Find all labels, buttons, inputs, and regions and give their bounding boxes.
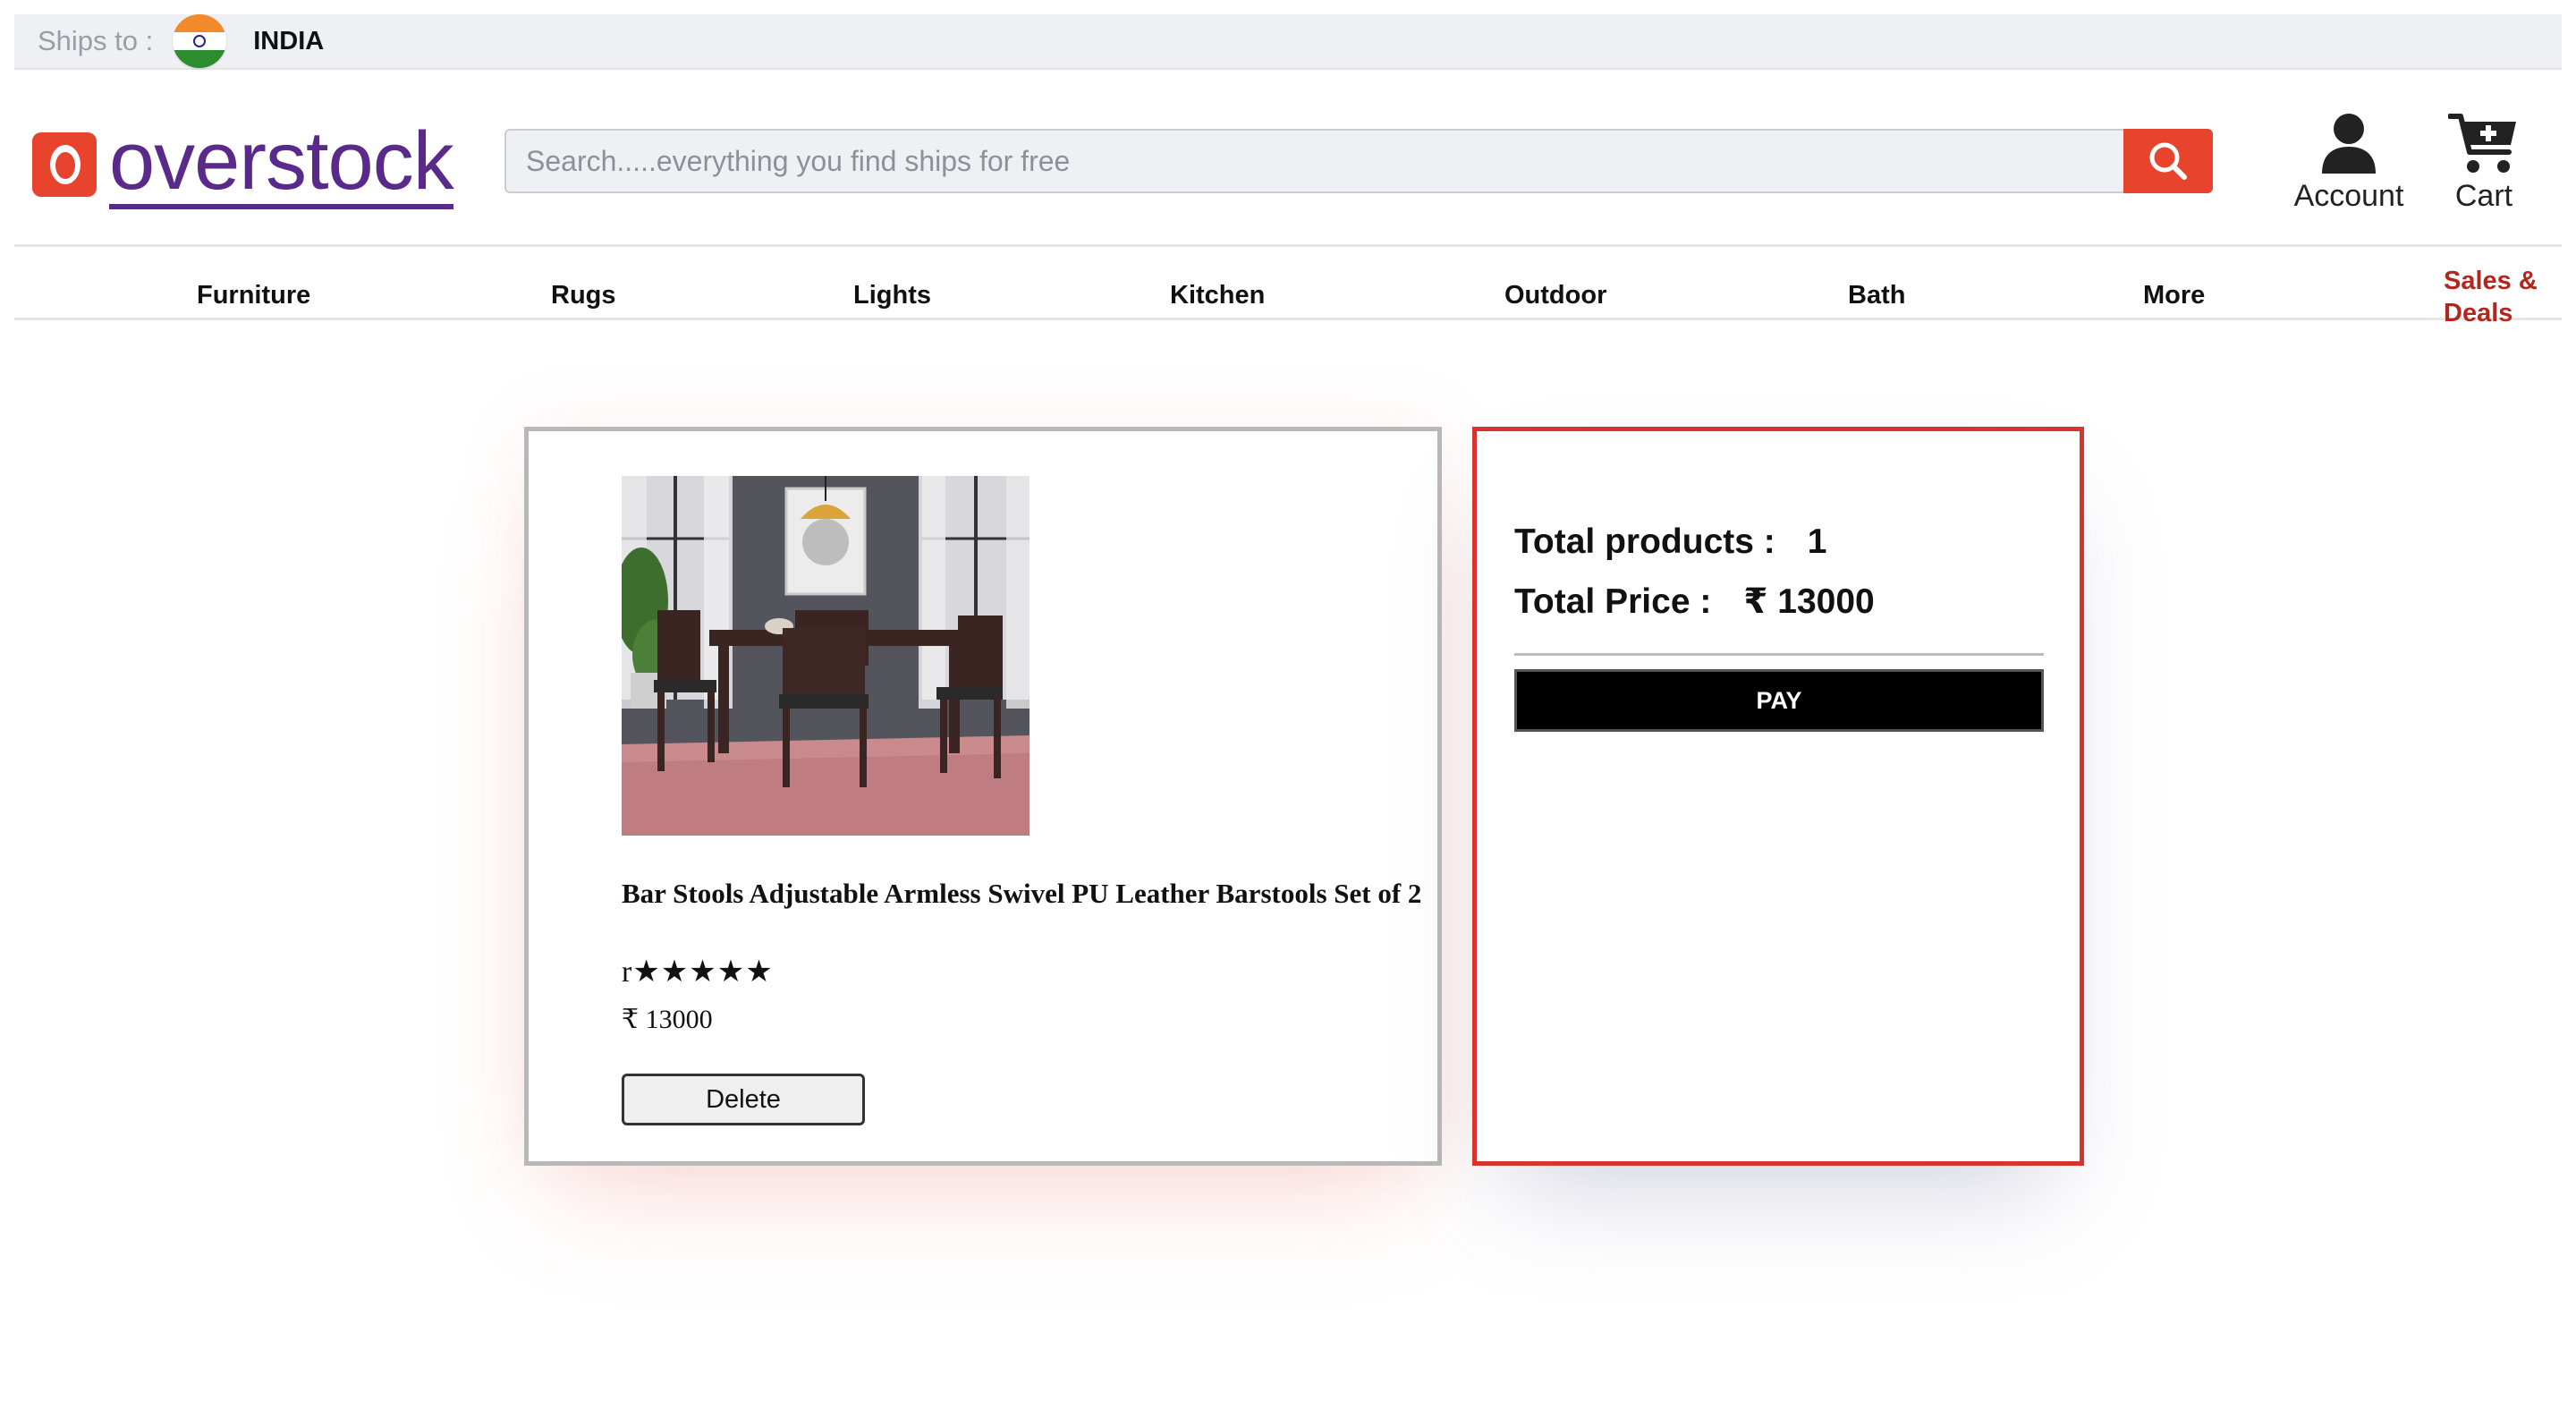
nav-item-bath[interactable]: Bath — [1848, 281, 1905, 310]
nav-item-furniture[interactable]: Furniture — [197, 281, 310, 310]
overstock-logo-icon — [32, 132, 97, 197]
total-price-value: ₹ 13000 — [1743, 582, 1875, 621]
delete-button[interactable]: Delete — [622, 1074, 865, 1125]
overstock-logo[interactable]: overstock — [32, 120, 454, 209]
total-price-row: Total Price : ₹ 13000 — [1514, 582, 1875, 622]
total-products-value: 1 — [1807, 522, 1827, 561]
site-header: overstock Account Cart — [14, 72, 2562, 247]
product-rating: r★★★★★ — [622, 955, 774, 989]
product-price: ₹ 13000 — [622, 1005, 713, 1034]
cart-plus-icon — [2448, 114, 2516, 173]
nav-item-more[interactable]: More — [2143, 281, 2205, 310]
total-price-label: Total Price : — [1514, 582, 1712, 621]
total-products-label: Total products : — [1514, 522, 1775, 561]
search-input[interactable] — [504, 129, 2123, 193]
user-icon — [2322, 114, 2376, 174]
ships-to-label: Ships to : — [38, 25, 154, 56]
product-title[interactable]: Bar Stools Adjustable Armless Swivel PU … — [622, 877, 1427, 910]
nav-item-outdoor[interactable]: Outdoor — [1504, 281, 1606, 310]
nav-item-lights[interactable]: Lights — [853, 281, 931, 310]
account-button[interactable]: Account — [2275, 111, 2422, 214]
summary-divider — [1514, 653, 2044, 656]
order-summary-card: Total products : 1 Total Price : ₹ 13000 P… — [1472, 427, 2084, 1166]
search-button[interactable] — [2123, 129, 2213, 193]
search-bar — [504, 129, 2213, 193]
nav-item-rugs[interactable]: Rugs — [551, 281, 616, 310]
account-label: Account — [2293, 179, 2404, 213]
india-flag-icon[interactable] — [173, 14, 227, 68]
cart-label: Cart — [2454, 179, 2513, 213]
pay-button[interactable]: PAY — [1514, 669, 2044, 732]
ships-to-bar: Ships to : INDIA — [14, 14, 2562, 70]
cart-product-card: Bar Stools Adjustable Armless Swivel PU … — [524, 427, 1442, 1166]
category-nav: Furniture Rugs Lights Kitchen Outdoor Ba… — [14, 249, 2562, 327]
search-icon — [2149, 142, 2187, 180]
total-products-row: Total products : 1 — [1514, 522, 1826, 562]
ships-to-country[interactable]: INDIA — [253, 27, 324, 56]
logo-text: overstock — [109, 120, 454, 209]
nav-item-kitchen[interactable]: Kitchen — [1170, 281, 1265, 310]
product-image[interactable] — [622, 476, 1030, 836]
nav-item-sales-deals[interactable]: Sales & Deals — [2444, 265, 2551, 329]
cart-button[interactable]: Cart — [2435, 111, 2533, 214]
